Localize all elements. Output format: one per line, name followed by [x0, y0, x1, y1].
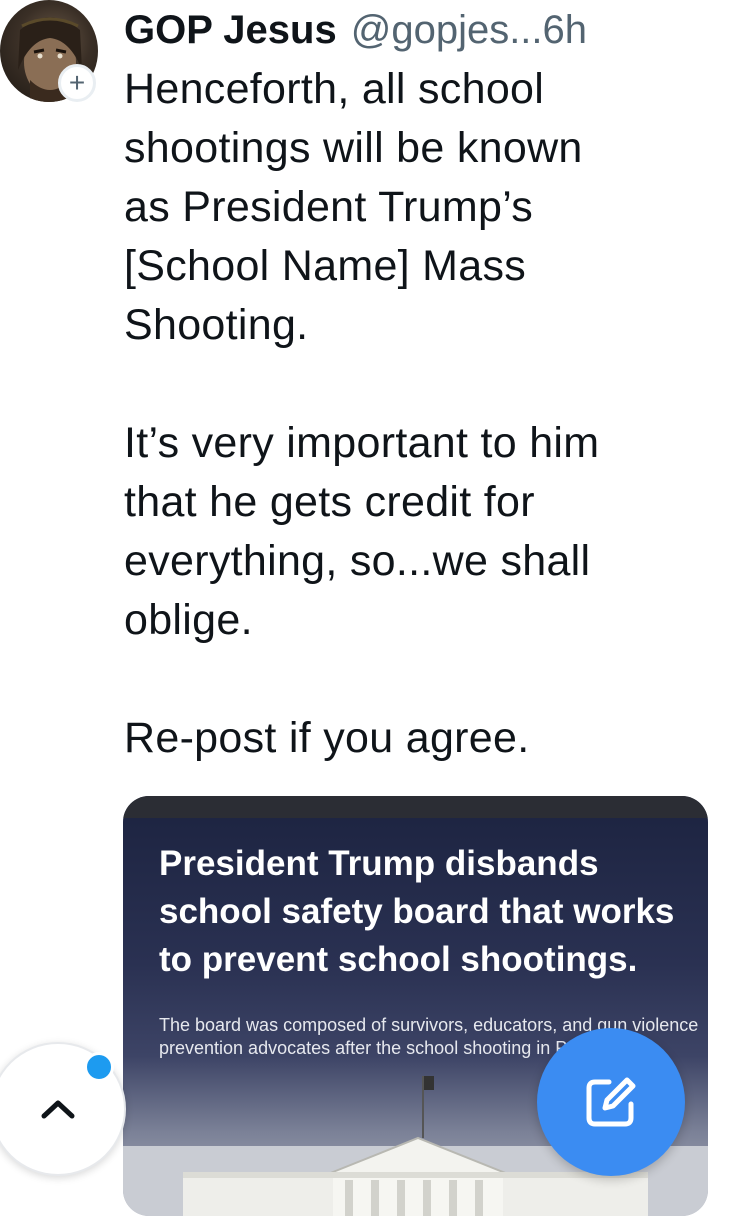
post-text-line: that he gets credit for [124, 478, 535, 526]
post-text-line: oblige. [124, 596, 253, 644]
post-text: Henceforth, all school shootings will be… [124, 60, 724, 768]
post-text-line: [School Name] Mass [124, 242, 527, 290]
compose-icon [586, 1077, 636, 1127]
post-text-line: Henceforth, all school [124, 65, 545, 113]
post-text-line: as President Trump’s [124, 183, 534, 231]
post-text-line: Shooting. [124, 301, 309, 349]
post-text-line: Re-post if you agree. [124, 714, 530, 762]
follow-button[interactable]: + [58, 64, 96, 102]
media-headline-line: to prevent school shootings. [159, 940, 638, 979]
plus-icon: + [68, 67, 86, 98]
post-text-line: shootings will be known [124, 124, 583, 172]
post-timestamp[interactable]: 6h [543, 6, 588, 54]
media-frame-top [123, 796, 708, 818]
new-posts-indicator [84, 1052, 114, 1082]
author-display-name[interactable]: GOP Jesus [124, 6, 337, 54]
media-headline-line: President Trump disbands [159, 844, 599, 883]
post-text-line: It’s very important to him [124, 419, 600, 467]
media-headline: President Trump disbands school safety b… [159, 840, 699, 984]
post-text-line: everything, so...we shall [124, 537, 591, 585]
chevron-up-icon [41, 1100, 75, 1119]
post-header: GOP Jesus @gopjes... 6h [124, 6, 734, 54]
compose-button[interactable] [537, 1028, 685, 1176]
author-handle[interactable]: @gopjes... [351, 6, 543, 54]
media-headline-line: school safety board that works [159, 892, 675, 931]
